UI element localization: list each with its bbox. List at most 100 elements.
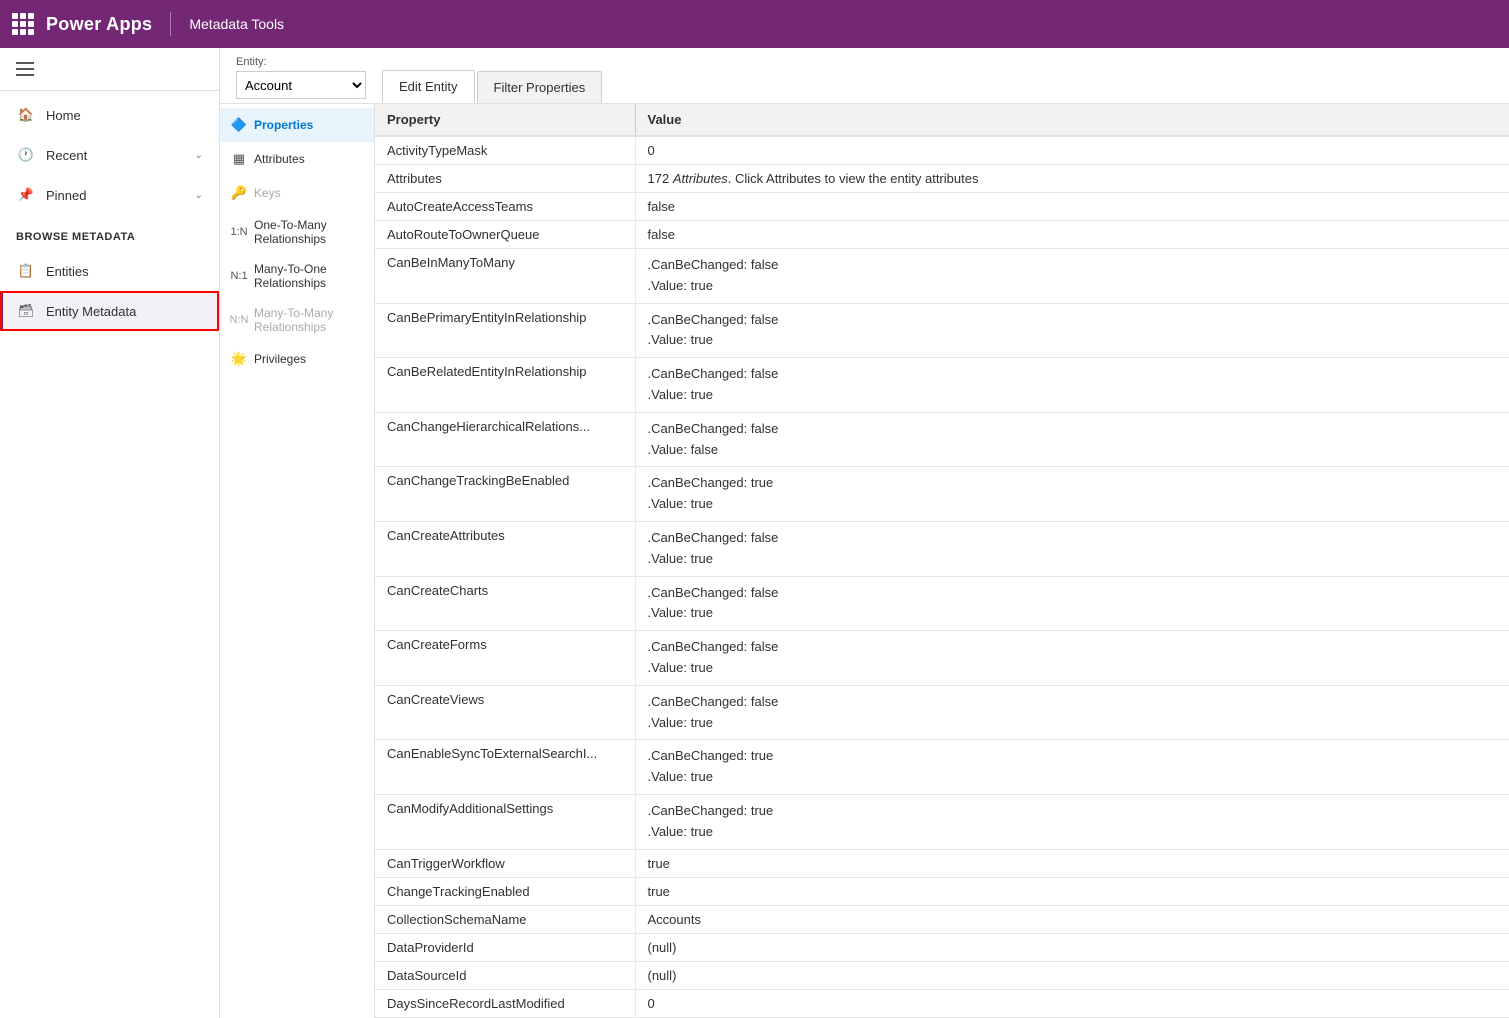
nav-pinned[interactable]: 📌 Pinned ⌄ <box>0 175 219 215</box>
prop-value-cell: .CanBeChanged: false .Value: true <box>635 521 1509 576</box>
section-item-attributes[interactable]: ▦ Attributes <box>220 142 374 176</box>
prop-name-cell: AutoRouteToOwnerQueue <box>375 221 635 249</box>
section-label-one-to-many: One-To-Many Relationships <box>254 218 364 246</box>
section-label-privileges: Privileges <box>254 352 306 366</box>
prop-value-cell: .CanBeChanged: false .Value: true <box>635 249 1509 304</box>
table-row: CollectionSchemaNameAccounts <box>375 905 1509 933</box>
prop-name-cell: CollectionSchemaName <box>375 905 635 933</box>
pinned-expand-icon: ⌄ <box>195 190 203 201</box>
app-name: Power Apps <box>46 14 152 35</box>
recent-expand-icon: ⌄ <box>195 150 203 161</box>
attributes-icon: ▦ <box>230 150 248 168</box>
prop-name-cell: CanChangeHierarchicalRelations... <box>375 412 635 467</box>
many-to-one-icon: N:1 <box>230 267 248 285</box>
prop-value-cell: .CanBeChanged: false .Value: true <box>635 631 1509 686</box>
prop-value-cell: false <box>635 221 1509 249</box>
prop-value-cell: false <box>635 193 1509 221</box>
table-row: CanEnableSyncToExternalSearchI....CanBeC… <box>375 740 1509 795</box>
prop-value-cell: 0 <box>635 136 1509 165</box>
table-row: CanModifyAdditionalSettings.CanBeChanged… <box>375 794 1509 849</box>
table-row: ActivityTypeMask0 <box>375 136 1509 165</box>
section-item-properties[interactable]: 🔷 Properties <box>220 108 374 142</box>
app-grid-icon[interactable] <box>12 13 34 35</box>
prop-value-cell: .CanBeChanged: false .Value: true <box>635 303 1509 358</box>
prop-value-cell: .CanBeChanged: true .Value: true <box>635 740 1509 795</box>
one-to-many-icon: 1:N <box>230 223 248 241</box>
table-row: CanCreateViews.CanBeChanged: false .Valu… <box>375 685 1509 740</box>
table-row: CanCreateAttributes.CanBeChanged: false … <box>375 521 1509 576</box>
properties-table: Property Value ActivityTypeMask0Attribut… <box>375 104 1509 1018</box>
privileges-icon: 🌟 <box>230 350 248 368</box>
table-row: AutoRouteToOwnerQueuefalse <box>375 221 1509 249</box>
prop-value-cell: .CanBeChanged: false .Value: true <box>635 576 1509 631</box>
section-label-many-to-one: Many-To-One Relationships <box>254 262 364 290</box>
home-icon: 🏠 <box>16 105 36 125</box>
entities-icon: 📋 <box>16 261 36 281</box>
prop-name-cell: CanBePrimaryEntityInRelationship <box>375 303 635 358</box>
prop-value-cell: (null) <box>635 933 1509 961</box>
nav-toggle[interactable] <box>0 48 219 91</box>
nav-section-browse: 📋 Entities 🗃 Entity Metadata <box>0 247 219 335</box>
hamburger-icon[interactable] <box>16 62 34 76</box>
prop-name-cell: CanChangeTrackingBeEnabled <box>375 467 635 522</box>
properties-icon: 🔷 <box>230 116 248 134</box>
nav-section-main: 🏠 Home 🕐 Recent ⌄ 📌 Pinned ⌄ <box>0 91 219 219</box>
prop-value-cell: .CanBeChanged: true .Value: true <box>635 467 1509 522</box>
nav-home[interactable]: 🏠 Home <box>0 95 219 135</box>
table-row: DataProviderId(null) <box>375 933 1509 961</box>
table-row: Attributes172 Attributes. Click Attribut… <box>375 165 1509 193</box>
prop-name-cell: CanCreateViews <box>375 685 635 740</box>
prop-value-cell: 0 <box>635 989 1509 1017</box>
left-nav: 🏠 Home 🕐 Recent ⌄ 📌 Pinned ⌄ Browse Meta… <box>0 48 220 1018</box>
nav-recent-label: Recent <box>46 148 87 163</box>
prop-value-cell: .CanBeChanged: true .Value: true <box>635 794 1509 849</box>
section-item-one-to-many[interactable]: 1:N One-To-Many Relationships <box>220 210 374 254</box>
prop-name-cell: Attributes <box>375 165 635 193</box>
nav-pinned-label: Pinned <box>46 188 86 203</box>
nav-entity-metadata-label: Entity Metadata <box>46 304 136 319</box>
table-header-row: Property Value <box>375 104 1509 136</box>
prop-name-cell: CanCreateAttributes <box>375 521 635 576</box>
prop-name-cell: CanBeInManyToMany <box>375 249 635 304</box>
prop-name-cell: CanModifyAdditionalSettings <box>375 794 635 849</box>
table-row: CanCreateCharts.CanBeChanged: false .Val… <box>375 576 1509 631</box>
keys-icon: 🔑 <box>230 184 248 202</box>
browse-metadata-label: Browse Metadata <box>0 219 219 247</box>
entity-selector-group: Entity: Account <box>236 56 366 103</box>
entity-label: Entity: <box>236 56 366 68</box>
tab-filter-properties[interactable]: Filter Properties <box>477 71 603 103</box>
table-row: DaysSinceRecordLastModified0 <box>375 989 1509 1017</box>
nav-entities-label: Entities <box>46 264 89 279</box>
topbar: Power Apps Metadata Tools <box>0 0 1509 48</box>
section-item-many-to-one[interactable]: N:1 Many-To-One Relationships <box>220 254 374 298</box>
table-row: CanChangeTrackingBeEnabled.CanBeChanged:… <box>375 467 1509 522</box>
nav-recent[interactable]: 🕐 Recent ⌄ <box>0 135 219 175</box>
prop-name-cell: CanTriggerWorkflow <box>375 849 635 877</box>
col-header-value: Value <box>635 104 1509 136</box>
table-row: CanChangeHierarchicalRelations....CanBeC… <box>375 412 1509 467</box>
prop-name-cell: AutoCreateAccessTeams <box>375 193 635 221</box>
prop-name-cell: CanEnableSyncToExternalSearchI... <box>375 740 635 795</box>
table-row: CanBePrimaryEntityInRelationship.CanBeCh… <box>375 303 1509 358</box>
prop-name-cell: DataProviderId <box>375 933 635 961</box>
table-row: CanBeRelatedEntityInRelationship.CanBeCh… <box>375 358 1509 413</box>
section-item-keys: 🔑 Keys <box>220 176 374 210</box>
table-row: ChangeTrackingEnabledtrue <box>375 877 1509 905</box>
col-header-property: Property <box>375 104 635 136</box>
section-item-many-to-many: N:N Many-To-Many Relationships <box>220 298 374 342</box>
pin-icon: 📌 <box>16 185 36 205</box>
prop-name-cell: CanBeRelatedEntityInRelationship <box>375 358 635 413</box>
tool-name: Metadata Tools <box>189 16 284 32</box>
tab-edit-entity[interactable]: Edit Entity <box>382 70 475 103</box>
prop-name-cell: CanCreateCharts <box>375 576 635 631</box>
section-label-attributes: Attributes <box>254 152 305 166</box>
properties-pane: Property Value ActivityTypeMask0Attribut… <box>375 104 1509 1018</box>
table-row: CanTriggerWorkflowtrue <box>375 849 1509 877</box>
nav-entity-metadata[interactable]: 🗃 Entity Metadata <box>0 291 219 331</box>
table-row: CanBeInManyToMany.CanBeChanged: false .V… <box>375 249 1509 304</box>
nav-entities[interactable]: 📋 Entities <box>0 251 219 291</box>
prop-value-cell: .CanBeChanged: false .Value: true <box>635 358 1509 413</box>
entity-metadata-icon: 🗃 <box>16 301 36 321</box>
entity-select[interactable]: Account <box>236 71 366 99</box>
section-item-privileges[interactable]: 🌟 Privileges <box>220 342 374 376</box>
